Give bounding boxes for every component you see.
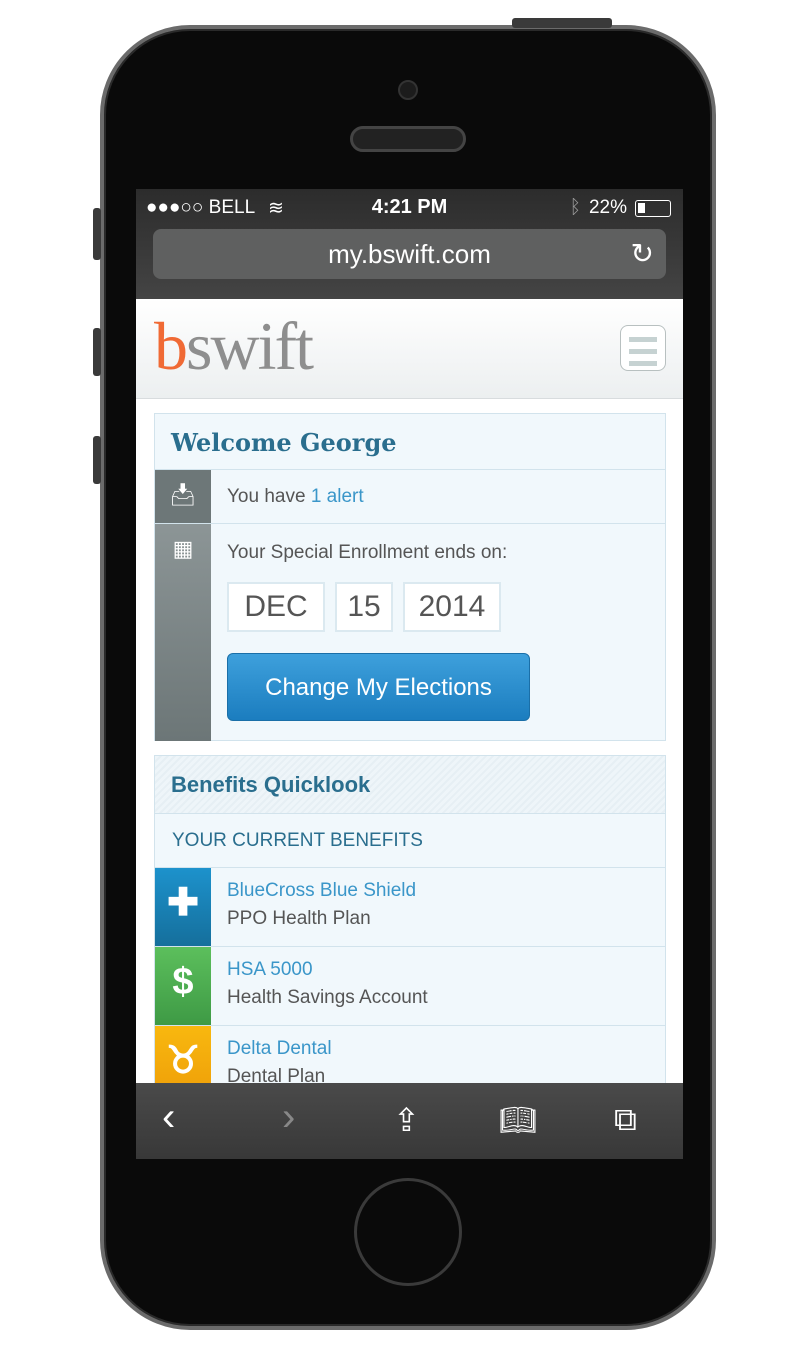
bluetooth-icon: ᛒ bbox=[569, 197, 581, 218]
tabs-icon[interactable]: ⧉ bbox=[614, 1101, 637, 1139]
power-button bbox=[512, 18, 612, 28]
benefits-title: Benefits Quicklook bbox=[155, 756, 665, 814]
benefits-subtitle: YOUR CURRENT BENEFITS bbox=[155, 814, 665, 868]
benefit-desc: PPO Health Plan bbox=[227, 908, 371, 929]
forward-icon[interactable]: › bbox=[282, 1095, 295, 1140]
benefit-name[interactable]: HSA 5000 bbox=[227, 959, 313, 981]
home-button[interactable] bbox=[354, 1178, 462, 1286]
battery-icon bbox=[635, 199, 671, 217]
share-icon[interactable]: ⇪ bbox=[393, 1101, 420, 1139]
date-month: DEC bbox=[227, 582, 325, 632]
enrollment-date: DEC 15 2014 bbox=[227, 582, 501, 632]
calendar-rail: ▦ bbox=[155, 524, 211, 741]
speaker bbox=[350, 126, 466, 152]
url-text: my.bswift.com bbox=[328, 239, 491, 269]
benefit-row[interactable]: $ HSA 5000 Health Savings Account bbox=[155, 947, 665, 1026]
dollar-icon: $ bbox=[155, 947, 211, 1025]
welcome-card: Welcome George 📥︎ ▦ You have 1 alert You… bbox=[154, 413, 666, 741]
cross-icon: ✚ bbox=[155, 868, 211, 946]
volume-down-button bbox=[93, 436, 101, 484]
benefit-name[interactable]: Delta Dental bbox=[227, 1038, 332, 1060]
hamburger-menu-button[interactable] bbox=[620, 325, 666, 371]
alert-link[interactable]: 1 alert bbox=[311, 486, 364, 507]
date-year: 2014 bbox=[403, 582, 501, 632]
benefit-name[interactable]: BlueCross Blue Shield bbox=[227, 880, 416, 902]
mute-switch bbox=[93, 208, 101, 260]
enrollment-text: Your Special Enrollment ends on: bbox=[227, 542, 508, 563]
volume-up-button bbox=[93, 328, 101, 376]
date-day: 15 bbox=[335, 582, 393, 632]
benefits-card: Benefits Quicklook YOUR CURRENT BENEFITS… bbox=[154, 755, 666, 1105]
battery-percent: 22% bbox=[588, 197, 627, 218]
site-header: bswift bbox=[136, 299, 683, 399]
back-icon[interactable]: ‹ bbox=[162, 1095, 175, 1140]
change-elections-button[interactable]: Change My Elections bbox=[227, 653, 530, 721]
screen: ●●●○○ BELL ≋ 4:21 PM ᛒ 22% my.bswift.com… bbox=[136, 189, 683, 1159]
alert-text: You have 1 alert bbox=[227, 486, 364, 507]
benefit-row[interactable]: ✚ BlueCross Blue Shield PPO Health Plan bbox=[155, 868, 665, 947]
calendar-icon: ▦ bbox=[172, 536, 194, 561]
benefit-desc: Health Savings Account bbox=[227, 987, 428, 1008]
browser-toolbar: ‹ › ⇪ 📖︎ ⧉ bbox=[136, 1083, 683, 1159]
address-bar[interactable]: my.bswift.com ↻ bbox=[153, 229, 666, 279]
bookmarks-icon[interactable]: 📖︎ bbox=[499, 1103, 537, 1138]
status-bar: ●●●○○ BELL ≋ 4:21 PM ᛒ 22% my.bswift.com… bbox=[136, 189, 683, 299]
camera bbox=[398, 80, 418, 100]
reload-icon[interactable]: ↻ bbox=[631, 229, 654, 279]
welcome-title: Welcome George bbox=[155, 414, 665, 470]
bswift-logo[interactable]: bswift bbox=[154, 307, 314, 386]
